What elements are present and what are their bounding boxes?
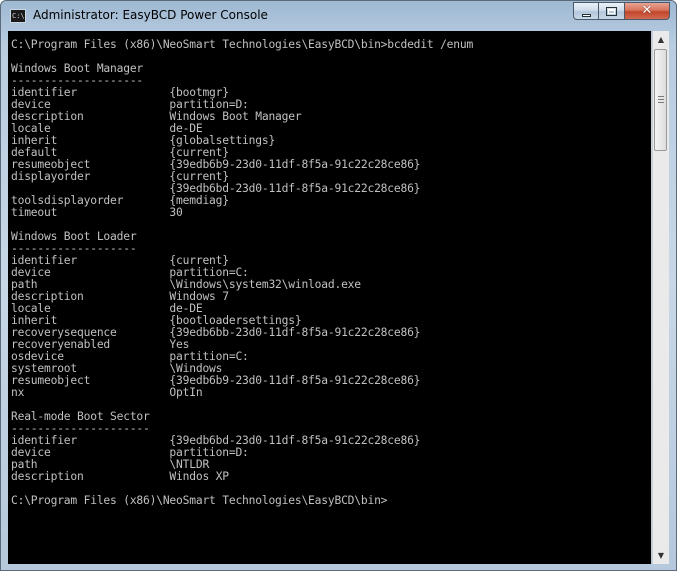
console-line: timeout 30 bbox=[11, 206, 183, 219]
console-output-area[interactable]: C:\Program Files (x86)\NeoSmart Technolo… bbox=[8, 31, 651, 564]
console-line: C:\Program Files (x86)\NeoSmart Technolo… bbox=[11, 494, 388, 507]
scrollbar-thumb[interactable] bbox=[654, 49, 667, 151]
console-window: C:\ Administrator: EasyBCD Power Console… bbox=[0, 0, 677, 571]
vertical-scrollbar[interactable]: ▲ ▼ bbox=[652, 31, 669, 564]
maximize-button[interactable] bbox=[599, 2, 625, 20]
console-app-icon[interactable]: C:\ bbox=[10, 9, 26, 23]
maximize-icon bbox=[606, 7, 617, 16]
minimize-icon bbox=[582, 14, 591, 17]
window-title: Administrator: EasyBCD Power Console bbox=[33, 8, 268, 22]
scroll-down-arrow-icon[interactable]: ▼ bbox=[653, 547, 669, 564]
close-button[interactable]: ✕ bbox=[625, 2, 670, 20]
close-icon: ✕ bbox=[641, 3, 653, 18]
caption-buttons: ✕ bbox=[573, 2, 670, 21]
scroll-up-arrow-icon[interactable]: ▲ bbox=[653, 31, 669, 48]
scrollbar-grip-icon bbox=[658, 96, 664, 104]
console-line: nx OptIn bbox=[11, 386, 203, 399]
console-line: C:\Program Files (x86)\NeoSmart Technolo… bbox=[11, 38, 474, 51]
minimize-button[interactable] bbox=[573, 2, 599, 20]
console-text: C:\Program Files (x86)\NeoSmart Technolo… bbox=[8, 31, 651, 507]
console-line: description Windos XP bbox=[11, 470, 229, 483]
title-bar[interactable]: C:\ Administrator: EasyBCD Power Console… bbox=[1, 1, 676, 31]
